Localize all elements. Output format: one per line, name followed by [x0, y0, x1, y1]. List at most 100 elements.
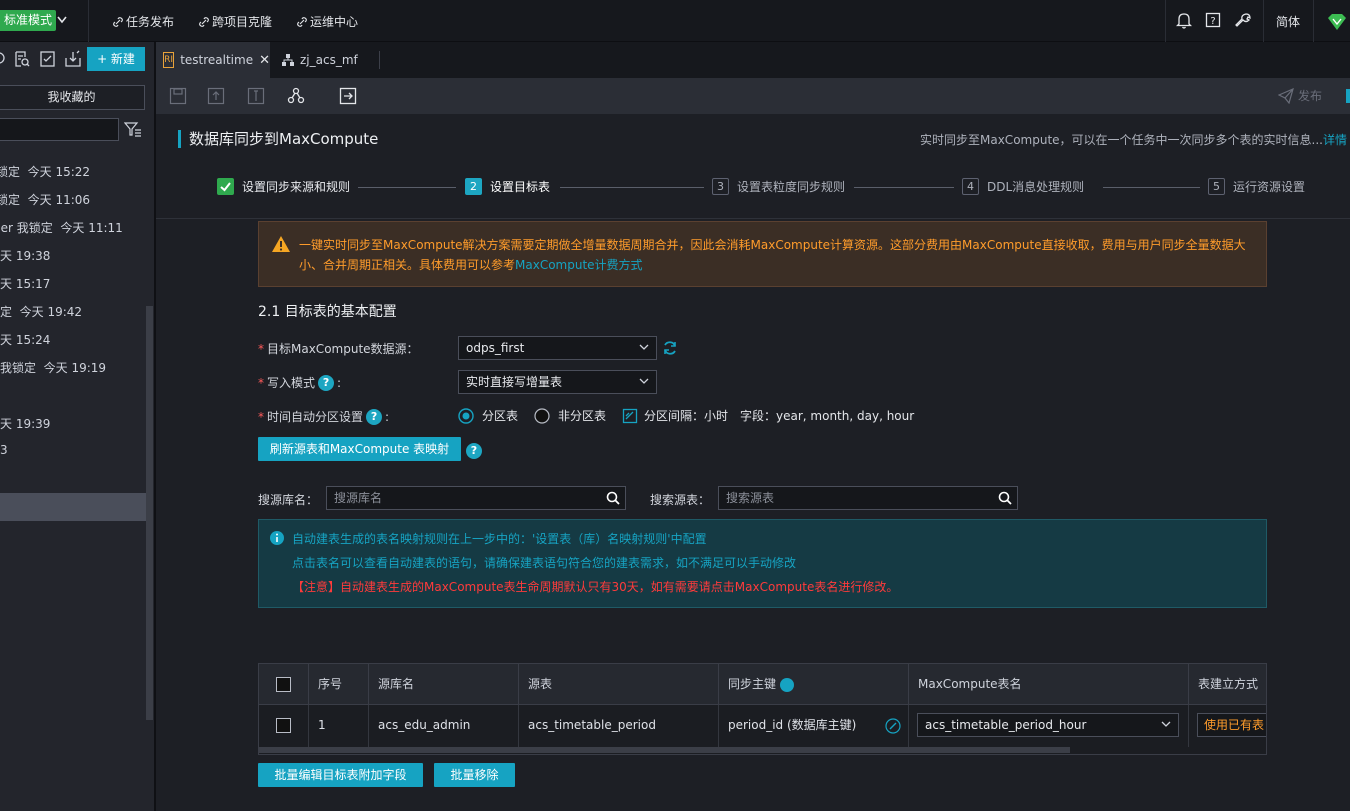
- list-item-time: 今天 15:22: [27, 165, 91, 179]
- header-mc-table: MaxCompute表名: [909, 664, 1189, 705]
- favorites-tab[interactable]: 我收藏的: [0, 85, 145, 110]
- create-mode-select[interactable]: 使用已有表: [1197, 713, 1266, 737]
- link-icon: [297, 16, 307, 27]
- list-item[interactable]: 锁定 今天 19:42: [0, 303, 82, 323]
- partition-interval: 分区间隔：小时: [644, 409, 729, 423]
- step-1[interactable]: 设置同步来源和规则: [217, 178, 350, 195]
- info-icon: [270, 531, 284, 545]
- edit-icon[interactable]: [885, 718, 901, 734]
- list-item-prefix: ner 我锁定: [0, 221, 53, 235]
- batch-edit-button[interactable]: 批量编辑目标表附加字段: [258, 763, 423, 787]
- search-table-input[interactable]: 搜索源表: [718, 486, 1018, 510]
- batch-remove-button[interactable]: 批量移除: [434, 763, 515, 787]
- help-icon[interactable]: ?: [318, 374, 335, 391]
- new-button[interactable]: + 新建: [87, 47, 145, 71]
- list-item-time: 今天 19:19: [43, 361, 107, 375]
- list-item[interactable]: 锁定 今天 15:22: [0, 163, 90, 183]
- lineage-icon[interactable]: [287, 87, 305, 105]
- step-label: 设置同步来源和规则: [242, 180, 351, 194]
- select-all-checkbox[interactable]: [276, 677, 291, 692]
- list-item[interactable]: 3: [0, 443, 8, 463]
- tab-bar: RI testrealtime ✕ zj_acs_mf: [156, 42, 1350, 78]
- close-icon[interactable]: ✕: [259, 53, 270, 68]
- step-3[interactable]: 3 设置表粒度同步规则: [712, 178, 845, 195]
- refresh-mapping-button[interactable]: 刷新源表和MaxCompute 表映射: [258, 437, 461, 461]
- search-doc-icon[interactable]: [13, 50, 31, 68]
- filter-icon[interactable]: [124, 121, 142, 137]
- nav-ops[interactable]: 运维中心: [297, 13, 358, 30]
- info-line-1: 自动建表生成的表名映射规则在上一步中的：'设置表（库）名映射规则'中配置: [292, 532, 707, 546]
- list-item[interactable]: 今天 19:38: [0, 247, 50, 267]
- tab-testrealtime[interactable]: RI testrealtime ✕: [156, 42, 270, 78]
- export-icon[interactable]: [339, 87, 357, 105]
- list-item[interactable]: 今天 15:24: [0, 331, 50, 351]
- chevron-down-icon[interactable]: [57, 16, 67, 24]
- step-number: 5: [1208, 178, 1225, 195]
- import-icon[interactable]: [64, 50, 82, 68]
- nav-publish[interactable]: 任务发布: [113, 13, 174, 30]
- title-accent: [178, 130, 181, 148]
- cell-source-db: acs_edu_admin: [369, 705, 519, 747]
- row-checkbox[interactable]: [276, 718, 291, 733]
- refresh-icon[interactable]: [0, 51, 7, 65]
- submit-icon[interactable]: [207, 87, 225, 105]
- list-item-prefix: 锁定: [0, 305, 13, 319]
- mc-table-select[interactable]: acs_timetable_period_hour: [917, 713, 1179, 737]
- warning-alert: 一键实时同步至MaxCompute解决方案需要定期做全增量数据周期合并，因此会消…: [258, 221, 1267, 287]
- save-icon[interactable]: [169, 87, 187, 105]
- search-table-placeholder: 搜索源表: [726, 491, 775, 505]
- chevron-down-icon: [639, 378, 649, 384]
- search-icon[interactable]: [606, 491, 620, 505]
- mode-badge[interactable]: 标准模式: [0, 10, 57, 31]
- step-label: 设置表粒度同步规则: [737, 180, 846, 194]
- step-5[interactable]: 5 运行资源设置: [1208, 178, 1305, 195]
- write-mode-select[interactable]: 实时直接写增量表: [458, 370, 657, 394]
- diamond-icon[interactable]: [1327, 13, 1347, 31]
- cell-primary-key: period_id (数据库主键): [719, 705, 909, 747]
- details-link[interactable]: 详情: [1323, 131, 1347, 148]
- list-item-prefix: 锁定: [0, 193, 21, 207]
- step-number: 4: [962, 178, 979, 195]
- search-db-input[interactable]: 搜源库名: [326, 486, 626, 510]
- list-item[interactable]: 今天 15:17: [0, 275, 50, 295]
- partition-radio-no[interactable]: 非分区表: [534, 407, 606, 424]
- language-switch[interactable]: 简体: [1276, 13, 1300, 30]
- list-item-time: 今天 15:17: [0, 277, 51, 291]
- datasource-select[interactable]: odps_first: [458, 336, 657, 360]
- wrench-icon[interactable]: [1235, 12, 1252, 29]
- top-bar: 标准模式 任务发布 跨项目克隆 运维中心 ? 简体: [0, 0, 1350, 42]
- mc-table-value: acs_timetable_period_hour: [925, 718, 1087, 732]
- selected-list-item[interactable]: [0, 493, 146, 521]
- datasource-label: * 目标MaxCompute数据源：: [258, 341, 419, 357]
- list-item[interactable]: 我锁定 今天 19:19: [0, 359, 106, 379]
- help-icon[interactable]: ?: [366, 408, 383, 425]
- list-item[interactable]: 今天 19:39: [0, 415, 50, 435]
- pricing-link[interactable]: MaxCompute计费方式: [515, 258, 643, 272]
- list-item[interactable]: 锁定 今天 11:06: [0, 191, 90, 211]
- run-icon[interactable]: [247, 87, 265, 105]
- partition-radio-yes[interactable]: 分区表: [458, 407, 518, 424]
- list-item[interactable]: ner 我锁定 今天 11:11: [0, 219, 123, 239]
- nav-clone[interactable]: 跨项目克隆: [199, 13, 272, 30]
- warning-line-1: 一键实时同步至MaxCompute解决方案需要定期做全增量数据周期合并，因此会消…: [299, 238, 1246, 252]
- step-4[interactable]: 4 DDL消息处理规则: [962, 178, 1084, 195]
- checklist-icon[interactable]: [39, 50, 57, 68]
- help-icon[interactable]: ?: [1205, 12, 1221, 29]
- publish-button[interactable]: 发布: [1278, 87, 1322, 104]
- sidebar-search-input[interactable]: [0, 118, 119, 141]
- write-mode-value: 实时直接写增量表: [466, 375, 563, 389]
- step-2[interactable]: 2 设置目标表: [465, 178, 550, 195]
- toolbar-edge-button[interactable]: [1346, 89, 1350, 103]
- row-checkbox-cell: [259, 705, 309, 747]
- table-scrollbar[interactable]: [259, 747, 1070, 753]
- sidebar-scrollbar[interactable]: [146, 306, 153, 720]
- tab-zj-acs-mf[interactable]: zj_acs_mf: [282, 42, 358, 78]
- help-icon[interactable]: [779, 677, 794, 692]
- svg-text:?: ?: [1210, 16, 1215, 27]
- list-item-time: 3: [0, 443, 8, 457]
- help-icon[interactable]: ?: [466, 443, 482, 459]
- bell-icon[interactable]: [1176, 12, 1192, 29]
- search-icon[interactable]: [998, 491, 1012, 505]
- partition-settings[interactable]: 分区间隔：小时 字段：year, month, day, hour: [622, 407, 914, 424]
- refresh-icon[interactable]: [662, 340, 678, 356]
